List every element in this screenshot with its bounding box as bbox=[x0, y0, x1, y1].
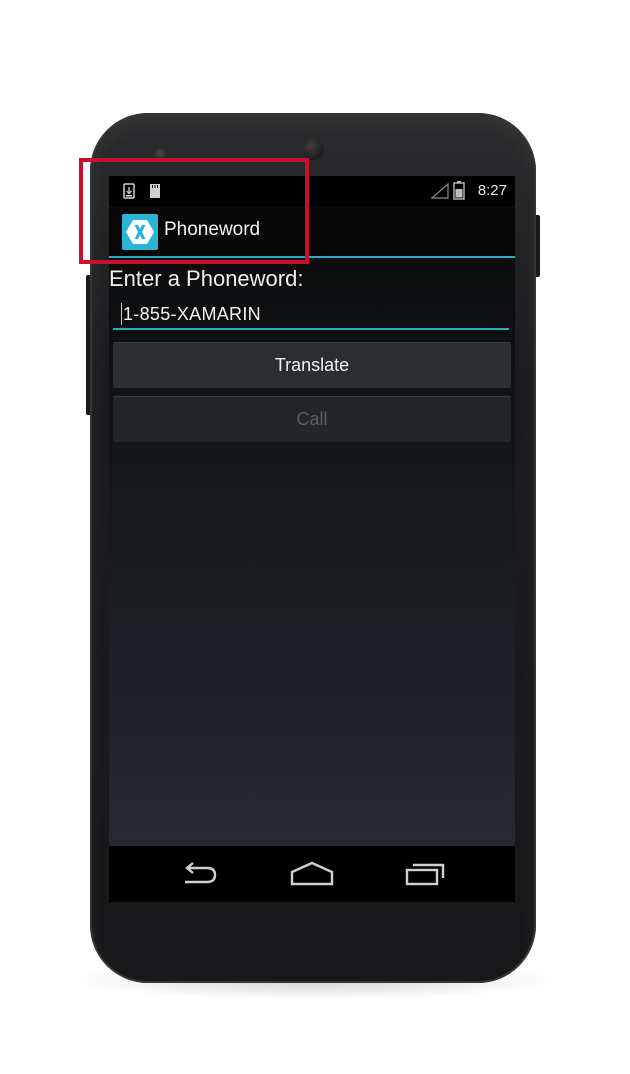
status-time: 8:27 bbox=[477, 182, 507, 199]
battery-icon bbox=[453, 181, 465, 200]
home-icon[interactable] bbox=[289, 860, 335, 892]
light-sensor bbox=[462, 149, 468, 155]
navigation-bar bbox=[109, 846, 515, 902]
phone-screen: 8:27 Phoneword Enter a Phoneword: 1-855-… bbox=[109, 176, 515, 902]
proximity-sensor bbox=[450, 149, 456, 155]
text-cursor bbox=[121, 303, 122, 325]
phoneword-prompt-label: Enter a Phoneword: bbox=[109, 266, 304, 291]
highlight-box bbox=[79, 158, 309, 264]
phoneword-input-value: 1-855-XAMARIN bbox=[123, 304, 261, 324]
front-camera bbox=[302, 138, 324, 160]
back-icon[interactable] bbox=[177, 860, 221, 892]
call-button[interactable]: Call bbox=[113, 396, 511, 442]
phoneword-input[interactable]: 1-855-XAMARIN bbox=[113, 298, 509, 330]
main-content: Enter a Phoneword: 1-855-XAMARIN Transla… bbox=[109, 258, 515, 846]
translate-button[interactable]: Translate bbox=[113, 342, 511, 388]
signal-icon bbox=[431, 183, 449, 199]
recent-apps-icon[interactable] bbox=[403, 860, 447, 892]
